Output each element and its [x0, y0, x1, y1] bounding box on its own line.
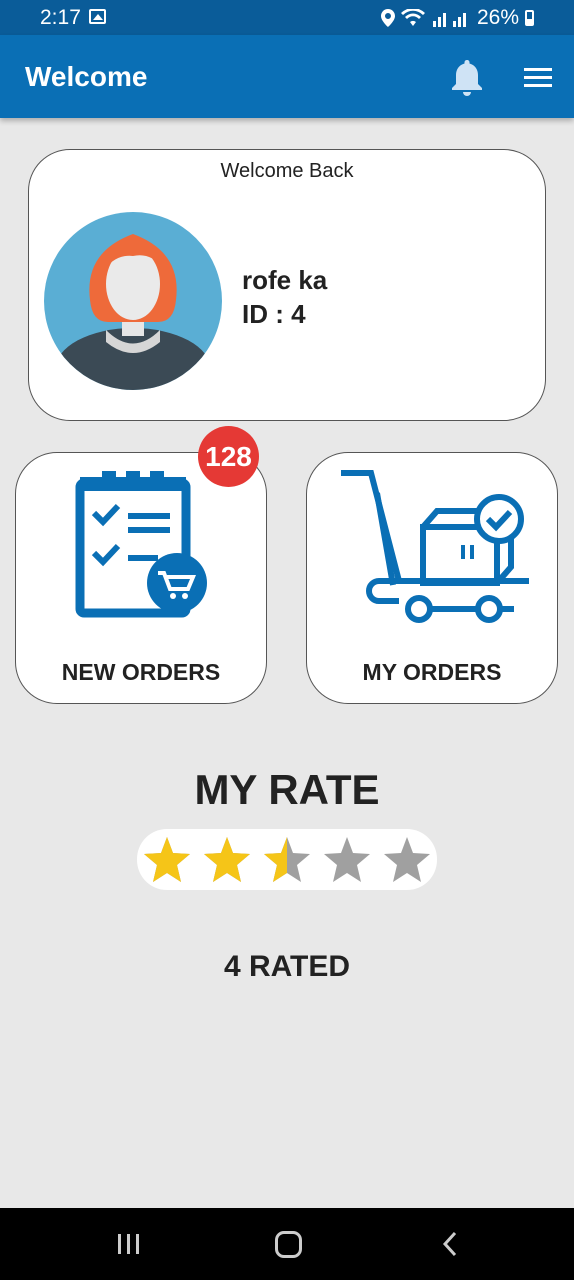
user-id: ID : 4: [242, 299, 306, 329]
status-bar: 2:17 26%: [0, 0, 574, 35]
star-icon: [324, 837, 370, 882]
my-orders-label: MY ORDERS: [362, 659, 502, 685]
star-icon: [204, 837, 250, 882]
my-rate-title: MY RATE: [194, 766, 380, 813]
bell-icon[interactable]: [448, 57, 486, 97]
my-orders-tile[interactable]: MY ORDERS: [306, 452, 558, 704]
home-icon[interactable]: [275, 1231, 302, 1258]
user-name: rofe ka: [242, 265, 328, 295]
new-orders-tile[interactable]: NEW ORDERS: [15, 452, 267, 704]
welcome-back-label: Welcome Back: [220, 160, 354, 182]
wifi-icon: [400, 9, 425, 26]
status-time: 2:17: [40, 6, 81, 29]
cart-checked-box-icon: [341, 470, 529, 623]
rated-count: 4 RATED: [223, 950, 351, 983]
battery-percent: 26%: [476, 6, 519, 29]
star-icon: [144, 837, 190, 882]
system-nav-bar: [0, 1208, 574, 1280]
page-title: Welcome: [25, 61, 148, 92]
battery-icon: [525, 10, 534, 26]
new-orders-count-badge: 128: [198, 426, 259, 487]
star-icon: [264, 837, 310, 882]
profile-card: Welcome Back rofe ka ID : 4: [28, 149, 546, 421]
image-notification-icon: [89, 9, 106, 24]
signal-icon: [432, 13, 466, 27]
star-rating: [137, 829, 437, 890]
status-icons: 26%: [380, 6, 534, 30]
location-icon: [380, 9, 395, 27]
new-orders-label: NEW ORDERS: [61, 659, 221, 685]
hamburger-menu-icon[interactable]: [522, 65, 556, 91]
clipboard-cart-icon: [75, 471, 207, 618]
star-icon: [384, 837, 430, 882]
avatar: [44, 212, 222, 390]
app-bar: Welcome: [0, 35, 574, 118]
recent-apps-icon[interactable]: [116, 1233, 142, 1255]
back-icon[interactable]: [440, 1230, 460, 1258]
